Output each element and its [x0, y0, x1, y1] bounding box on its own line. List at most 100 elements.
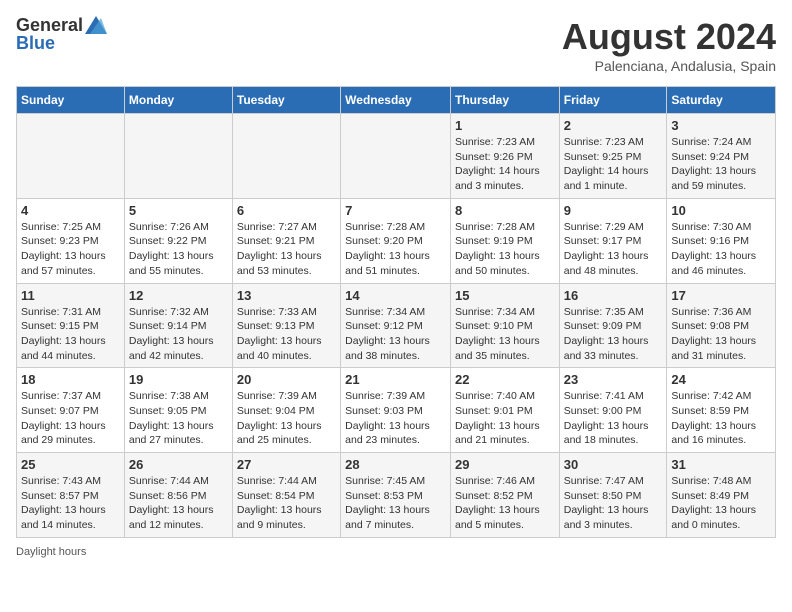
day-info: Sunrise: 7:35 AM Sunset: 9:09 PM Dayligh… [564, 305, 663, 364]
calendar-cell: 4 Sunrise: 7:25 AM Sunset: 9:23 PM Daylig… [17, 198, 125, 283]
day-info: Sunrise: 7:47 AM Sunset: 8:50 PM Dayligh… [564, 474, 663, 533]
title-area: August 2024 Palenciana, Andalusia, Spain [562, 16, 776, 74]
day-number: 25 [21, 457, 120, 472]
day-info: Sunrise: 7:42 AM Sunset: 8:59 PM Dayligh… [671, 389, 771, 448]
day-info: Sunrise: 7:46 AM Sunset: 8:52 PM Dayligh… [455, 474, 555, 533]
day-number: 14 [345, 288, 446, 303]
day-info: Sunrise: 7:27 AM Sunset: 9:21 PM Dayligh… [237, 220, 336, 279]
calendar-cell: 11 Sunrise: 7:31 AM Sunset: 9:15 PM Dayli… [17, 283, 125, 368]
calendar-cell: 6 Sunrise: 7:27 AM Sunset: 9:21 PM Daylig… [232, 198, 340, 283]
day-number: 9 [564, 203, 663, 218]
calendar-cell: 8 Sunrise: 7:28 AM Sunset: 9:19 PM Daylig… [450, 198, 559, 283]
calendar-cell [341, 114, 451, 199]
day-info: Sunrise: 7:43 AM Sunset: 8:57 PM Dayligh… [21, 474, 120, 533]
day-info: Sunrise: 7:34 AM Sunset: 9:12 PM Dayligh… [345, 305, 446, 364]
calendar-cell: 31Sunrise: 7:48 AM Sunset: 8:49 PM Dayli… [667, 453, 776, 538]
day-info: Sunrise: 7:23 AM Sunset: 9:26 PM Dayligh… [455, 135, 555, 194]
day-info: Sunrise: 7:26 AM Sunset: 9:22 PM Dayligh… [129, 220, 228, 279]
day-info: Sunrise: 7:30 AM Sunset: 9:16 PM Dayligh… [671, 220, 771, 279]
day-number: 22 [455, 372, 555, 387]
calendar-cell [17, 114, 125, 199]
calendar-cell [232, 114, 340, 199]
calendar-cell: 13 Sunrise: 7:33 AM Sunset: 9:13 PM Dayli… [232, 283, 340, 368]
location-subtitle: Palenciana, Andalusia, Spain [562, 58, 776, 74]
day-info: Sunrise: 7:39 AM Sunset: 9:04 PM Dayligh… [237, 389, 336, 448]
day-number: 16 [564, 288, 663, 303]
day-number: 31 [671, 457, 771, 472]
day-info: Sunrise: 7:39 AM Sunset: 9:03 PM Dayligh… [345, 389, 446, 448]
day-info: Sunrise: 7:38 AM Sunset: 9:05 PM Dayligh… [129, 389, 228, 448]
weekday-header-thursday: Thursday [450, 87, 559, 114]
day-number: 15 [455, 288, 555, 303]
day-number: 26 [129, 457, 228, 472]
calendar-cell: 2 Sunrise: 7:23 AM Sunset: 9:25 PM Daylig… [559, 114, 667, 199]
day-number: 12 [129, 288, 228, 303]
calendar-cell: 23Sunrise: 7:41 AM Sunset: 9:00 PM Dayli… [559, 368, 667, 453]
day-info: Sunrise: 7:44 AM Sunset: 8:54 PM Dayligh… [237, 474, 336, 533]
weekday-header-sunday: Sunday [17, 87, 125, 114]
calendar-cell: 10Sunrise: 7:30 AM Sunset: 9:16 PM Dayli… [667, 198, 776, 283]
day-number: 8 [455, 203, 555, 218]
day-number: 2 [564, 118, 663, 133]
logo-icon [85, 16, 107, 34]
day-number: 7 [345, 203, 446, 218]
calendar-cell: 14 Sunrise: 7:34 AM Sunset: 9:12 PM Dayli… [341, 283, 451, 368]
calendar-cell: 19 Sunrise: 7:38 AM Sunset: 9:05 PM Dayli… [124, 368, 232, 453]
header: General Blue August 2024 Palenciana, And… [16, 16, 776, 74]
day-info: Sunrise: 7:40 AM Sunset: 9:01 PM Dayligh… [455, 389, 555, 448]
calendar-table: SundayMondayTuesdayWednesdayThursdayFrid… [16, 86, 776, 538]
day-info: Sunrise: 7:28 AM Sunset: 9:20 PM Dayligh… [345, 220, 446, 279]
day-number: 4 [21, 203, 120, 218]
day-number: 3 [671, 118, 771, 133]
logo-blue-text: Blue [16, 34, 107, 52]
weekday-header-friday: Friday [559, 87, 667, 114]
calendar-cell: 27 Sunrise: 7:44 AM Sunset: 8:54 PM Dayli… [232, 453, 340, 538]
calendar-cell: 3 Sunrise: 7:24 AM Sunset: 9:24 PM Daylig… [667, 114, 776, 199]
day-number: 11 [21, 288, 120, 303]
weekday-header-wednesday: Wednesday [341, 87, 451, 114]
weekday-header-tuesday: Tuesday [232, 87, 340, 114]
calendar-cell: 21 Sunrise: 7:39 AM Sunset: 9:03 PM Dayli… [341, 368, 451, 453]
day-number: 13 [237, 288, 336, 303]
calendar-cell: 7 Sunrise: 7:28 AM Sunset: 9:20 PM Daylig… [341, 198, 451, 283]
calendar-cell [124, 114, 232, 199]
day-number: 23 [564, 372, 663, 387]
day-info: Sunrise: 7:23 AM Sunset: 9:25 PM Dayligh… [564, 135, 663, 194]
day-number: 28 [345, 457, 446, 472]
day-info: Sunrise: 7:34 AM Sunset: 9:10 PM Dayligh… [455, 305, 555, 364]
weekday-header-saturday: Saturday [667, 87, 776, 114]
day-info: Sunrise: 7:44 AM Sunset: 8:56 PM Dayligh… [129, 474, 228, 533]
calendar-cell: 5 Sunrise: 7:26 AM Sunset: 9:22 PM Daylig… [124, 198, 232, 283]
day-number: 5 [129, 203, 228, 218]
day-number: 19 [129, 372, 228, 387]
day-number: 30 [564, 457, 663, 472]
day-number: 17 [671, 288, 771, 303]
calendar-cell: 30 Sunrise: 7:47 AM Sunset: 8:50 PM Dayli… [559, 453, 667, 538]
day-number: 1 [455, 118, 555, 133]
calendar-cell: 24Sunrise: 7:42 AM Sunset: 8:59 PM Dayli… [667, 368, 776, 453]
day-info: Sunrise: 7:25 AM Sunset: 9:23 PM Dayligh… [21, 220, 120, 279]
calendar-cell: 20Sunrise: 7:39 AM Sunset: 9:04 PM Dayli… [232, 368, 340, 453]
day-number: 27 [237, 457, 336, 472]
day-info: Sunrise: 7:24 AM Sunset: 9:24 PM Dayligh… [671, 135, 771, 194]
day-info: Sunrise: 7:28 AM Sunset: 9:19 PM Dayligh… [455, 220, 555, 279]
day-info: Sunrise: 7:31 AM Sunset: 9:15 PM Dayligh… [21, 305, 120, 364]
day-info: Sunrise: 7:36 AM Sunset: 9:08 PM Dayligh… [671, 305, 771, 364]
calendar-cell: 17 Sunrise: 7:36 AM Sunset: 9:08 PM Dayli… [667, 283, 776, 368]
calendar-cell: 15 Sunrise: 7:34 AM Sunset: 9:10 PM Dayli… [450, 283, 559, 368]
calendar-cell: 12Sunrise: 7:32 AM Sunset: 9:14 PM Dayli… [124, 283, 232, 368]
day-number: 6 [237, 203, 336, 218]
day-info: Sunrise: 7:37 AM Sunset: 9:07 PM Dayligh… [21, 389, 120, 448]
calendar-cell: 16 Sunrise: 7:35 AM Sunset: 9:09 PM Dayli… [559, 283, 667, 368]
calendar-cell: 25 Sunrise: 7:43 AM Sunset: 8:57 PM Dayli… [17, 453, 125, 538]
month-year-title: August 2024 [562, 16, 776, 58]
day-info: Sunrise: 7:45 AM Sunset: 8:53 PM Dayligh… [345, 474, 446, 533]
calendar-cell: 9Sunrise: 7:29 AM Sunset: 9:17 PM Daylig… [559, 198, 667, 283]
day-info: Sunrise: 7:33 AM Sunset: 9:13 PM Dayligh… [237, 305, 336, 364]
day-number: 18 [21, 372, 120, 387]
day-number: 21 [345, 372, 446, 387]
calendar-cell: 1 Sunrise: 7:23 AM Sunset: 9:26 PM Daylig… [450, 114, 559, 199]
calendar-cell: 18 Sunrise: 7:37 AM Sunset: 9:07 PM Dayli… [17, 368, 125, 453]
weekday-header-monday: Monday [124, 87, 232, 114]
calendar-cell: 22 Sunrise: 7:40 AM Sunset: 9:01 PM Dayli… [450, 368, 559, 453]
